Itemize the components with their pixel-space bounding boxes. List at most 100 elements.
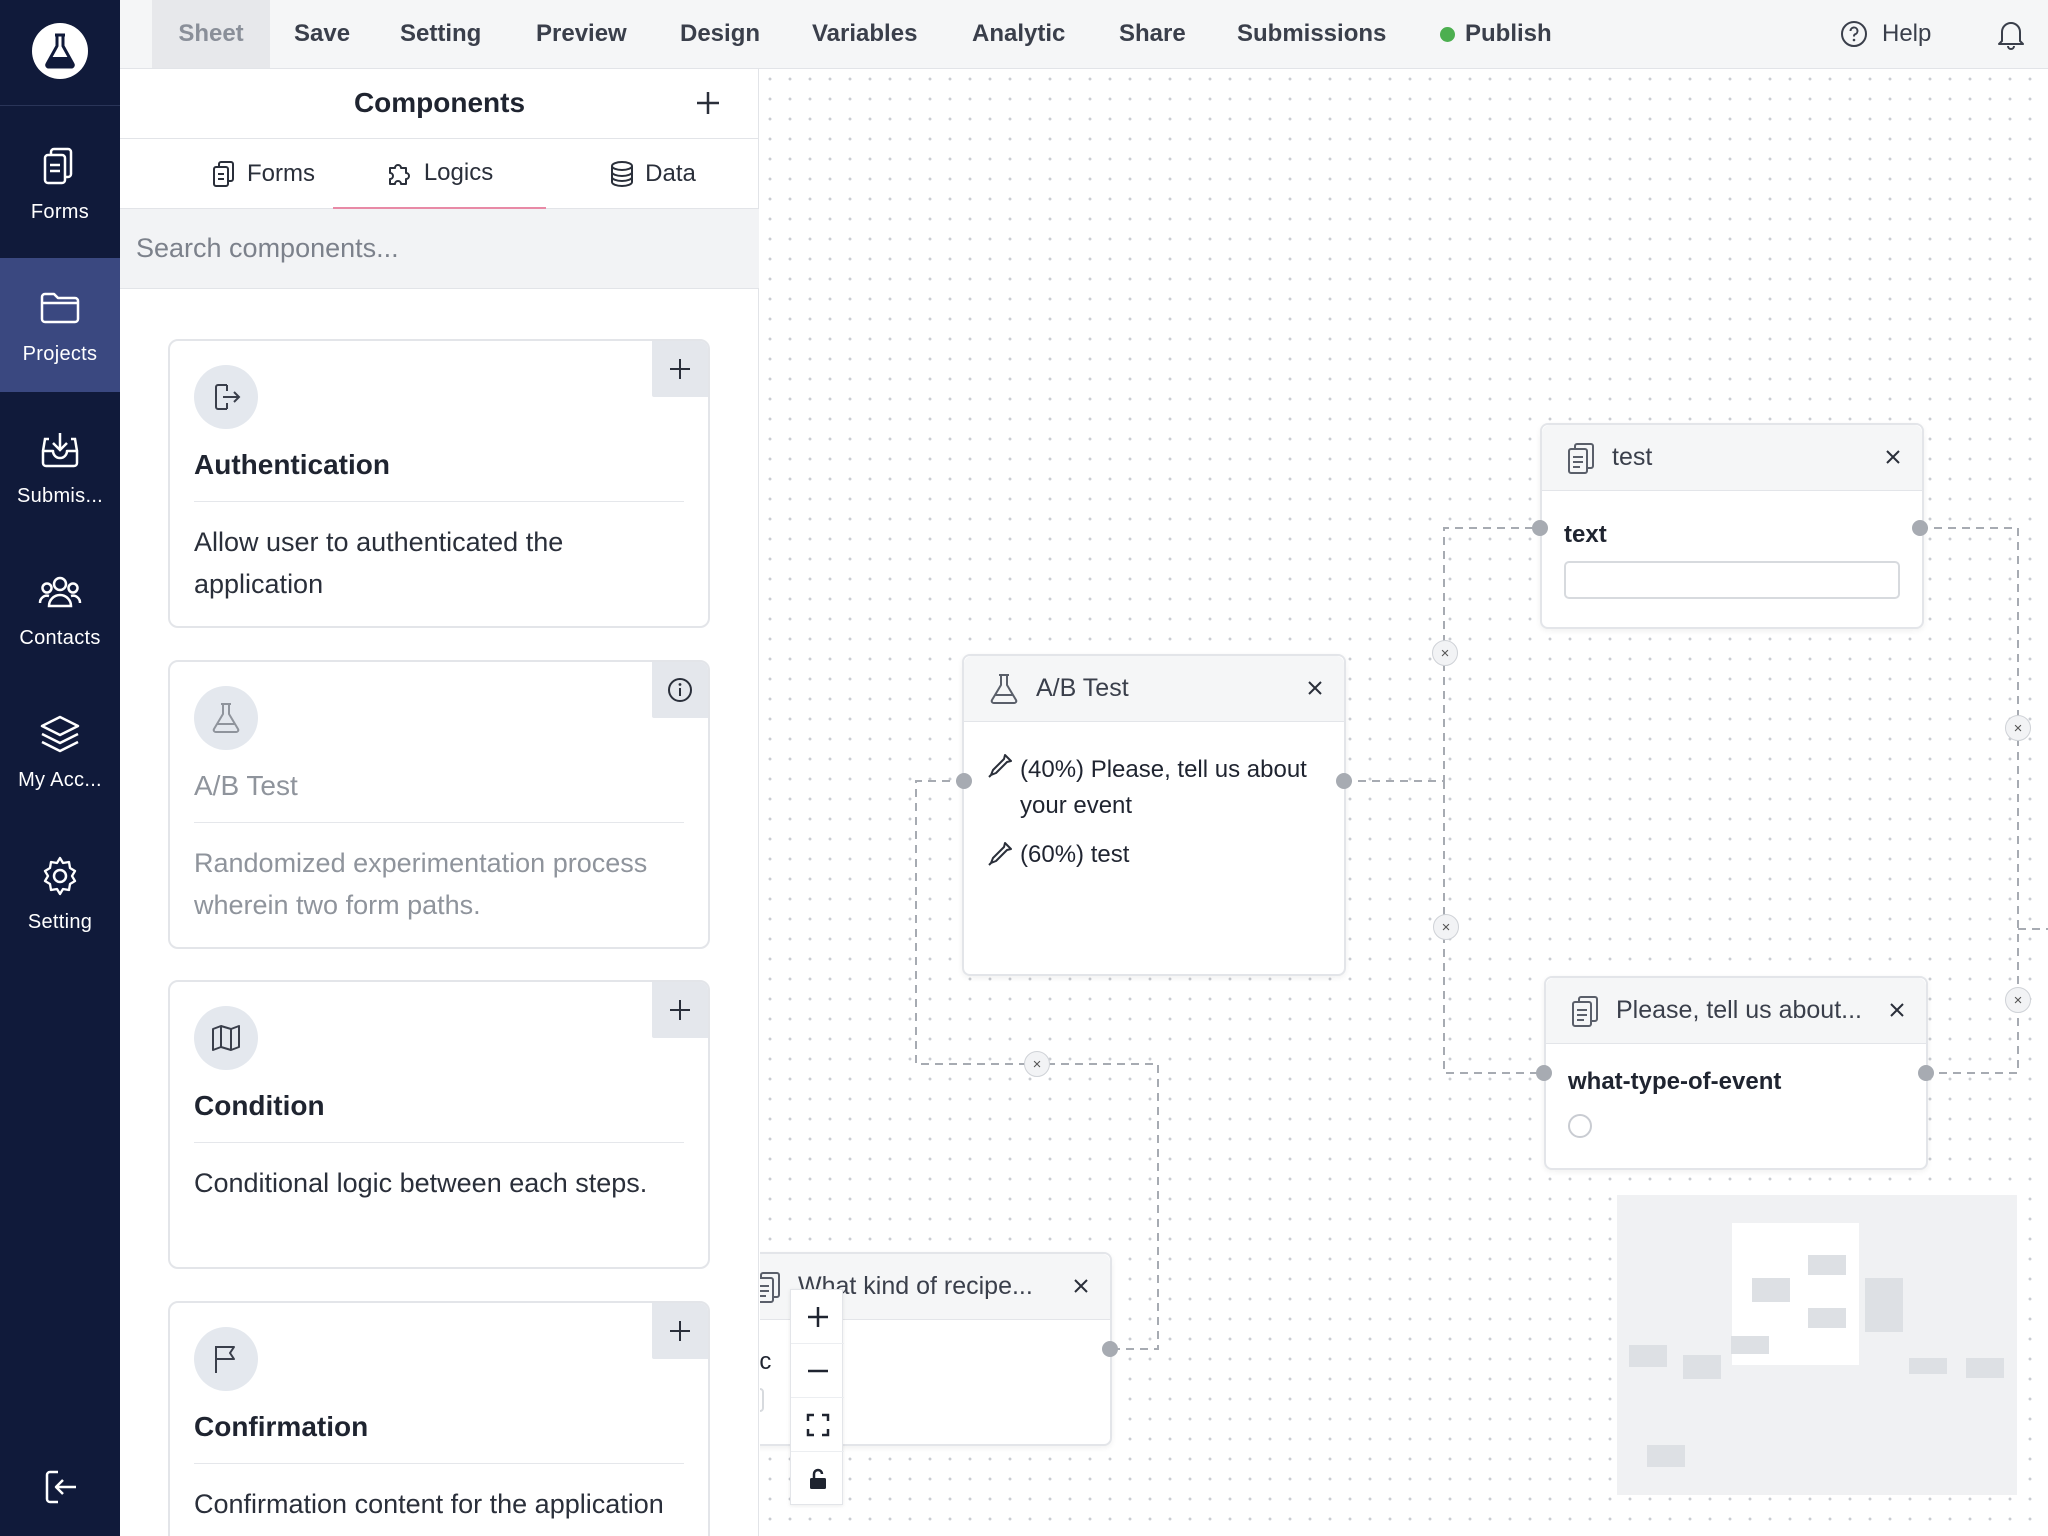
node-output-port[interactable] (1912, 520, 1928, 536)
sidebar-item-projects[interactable]: Projects (0, 258, 120, 392)
menu-share[interactable]: Share (1119, 0, 1186, 68)
node-title: test (1612, 443, 1653, 471)
lock-button[interactable] (791, 1452, 844, 1506)
menu-preview-label: Preview (536, 20, 627, 47)
component-icon (194, 365, 258, 429)
flask-icon (45, 33, 75, 69)
add-button[interactable] (652, 1303, 708, 1359)
dropper-icon (988, 754, 1012, 778)
menu-publish-label: Publish (1465, 20, 1552, 47)
component-card-confirmation[interactable]: Confirmation Confirmation content for th… (168, 1301, 710, 1536)
flag-icon (215, 1346, 235, 1373)
info-button[interactable] (652, 662, 708, 718)
close-icon[interactable] (1882, 446, 1904, 468)
menu-variables-label: Variables (812, 20, 918, 47)
tab-logics-label: Logics (423, 159, 494, 186)
panel-header: Components (120, 69, 759, 139)
flow-node-test[interactable]: test text (1540, 423, 1924, 629)
sidebar-item-label: My Acc... (18, 768, 102, 791)
menu-design[interactable]: Design (680, 0, 760, 68)
flask-icon (212, 703, 240, 733)
plus-icon (670, 1000, 690, 1020)
node-input-port[interactable] (1532, 520, 1548, 536)
close-icon[interactable] (1070, 1275, 1092, 1297)
plus-icon (807, 1306, 828, 1327)
add-button[interactable] (652, 341, 708, 397)
add-button[interactable] (652, 982, 708, 1038)
tab-forms[interactable]: Forms (168, 139, 358, 209)
minimap-nodes (1629, 1223, 2004, 1467)
flask-icon (990, 673, 1018, 704)
sidebar-item-label: Submis... (16, 484, 104, 507)
minus-icon (807, 1369, 828, 1372)
clipboard-icon (1572, 995, 1598, 1027)
sidebar-item-label: Forms (30, 200, 90, 223)
close-icon[interactable] (1886, 999, 1908, 1021)
flow-node-event[interactable]: Please, tell us about... what-type-of-ev… (1544, 976, 1928, 1170)
sidebar-item-my-account[interactable]: My Acc... (0, 684, 120, 818)
sidebar-item-label: Contacts (19, 626, 101, 649)
checkbox-preview (760, 1388, 764, 1412)
remove-edge-button[interactable]: × (2005, 987, 2031, 1013)
components-panel: Components Forms Logics Data Authenticat… (120, 69, 759, 1536)
info-icon (668, 678, 692, 702)
sidebar-item-submissions[interactable]: Submis... (0, 400, 120, 534)
search-input[interactable] (136, 233, 736, 264)
close-icon[interactable] (1304, 677, 1326, 699)
text-field-preview (1564, 561, 1900, 599)
field-label: what-type-of-event (1568, 1068, 1782, 1095)
zoom-out-button[interactable] (791, 1344, 844, 1398)
component-tabs: Forms Logics Data (120, 139, 759, 209)
component-icon (194, 1006, 258, 1070)
node-header: test (1542, 425, 1922, 491)
sidebar-item-forms[interactable]: Forms (0, 116, 120, 250)
add-component-icon[interactable] (690, 85, 726, 121)
node-output-port[interactable] (1336, 773, 1352, 789)
node-output-port[interactable] (1918, 1065, 1934, 1081)
component-card-authentication[interactable]: Authentication Allow user to authenticat… (168, 339, 710, 628)
remove-edge-button[interactable]: × (1433, 914, 1459, 940)
flow-node-ab-test[interactable]: A/B Test (40%) Please, tell us about you… (962, 654, 1346, 976)
tab-data[interactable]: Data (546, 139, 759, 209)
menu-submissions[interactable]: Submissions (1237, 0, 1386, 68)
bell-icon[interactable] (1996, 18, 2026, 50)
zoom-in-button[interactable] (791, 1290, 844, 1344)
tab-logics[interactable]: Logics (333, 139, 546, 209)
logout-icon (215, 384, 241, 410)
menu-analytic[interactable]: Analytic (972, 0, 1065, 68)
app-logo[interactable] (32, 23, 88, 79)
component-description: Allow user to authenticated the applicat… (194, 527, 564, 599)
menu-sheet[interactable]: Sheet (152, 0, 270, 68)
sidebar-item-setting[interactable]: Setting (0, 826, 120, 960)
menu-save[interactable]: Save (294, 0, 350, 68)
node-input-port[interactable] (1536, 1065, 1552, 1081)
component-description: Conditional logic between each steps. (194, 1168, 648, 1198)
logout-icon[interactable] (40, 1466, 82, 1508)
component-title: Authentication (194, 449, 390, 480)
menu-design-label: Design (680, 20, 761, 47)
branch-item: (40%) Please, tell us about your event (1020, 756, 1307, 819)
component-card-condition[interactable]: Condition Conditional logic between each… (168, 980, 710, 1269)
fit-view-button[interactable] (791, 1398, 844, 1452)
node-header: A/B Test (964, 656, 1344, 722)
component-title: Confirmation (194, 1411, 369, 1442)
remove-edge-button[interactable]: × (1432, 640, 1458, 666)
menu-variables[interactable]: Variables (812, 0, 917, 68)
sidebar-item-contacts[interactable]: Contacts (0, 542, 120, 676)
field-label: text (1564, 521, 1607, 548)
menu-sheet-label: Sheet (178, 20, 244, 47)
unlock-icon (809, 1468, 826, 1489)
component-card-ab-test[interactable]: A/B Test Randomized experimentation proc… (168, 660, 710, 949)
node-input-port[interactable] (956, 773, 972, 789)
gear-icon (43, 856, 77, 895)
menu-publish[interactable]: Publish (1440, 0, 1552, 68)
node-output-port[interactable] (1102, 1341, 1118, 1357)
minimap[interactable] (1617, 1195, 2017, 1495)
menu-setting[interactable]: Setting (400, 0, 481, 68)
help-button[interactable]: Help (1840, 0, 1931, 68)
remove-edge-button[interactable]: × (2005, 715, 2031, 741)
remove-edge-button[interactable]: × (1024, 1051, 1050, 1077)
app-sidebar: Forms Projects Submis... Contacts My Acc… (0, 0, 120, 1536)
menu-preview[interactable]: Preview (536, 0, 627, 68)
users-icon (38, 576, 82, 607)
